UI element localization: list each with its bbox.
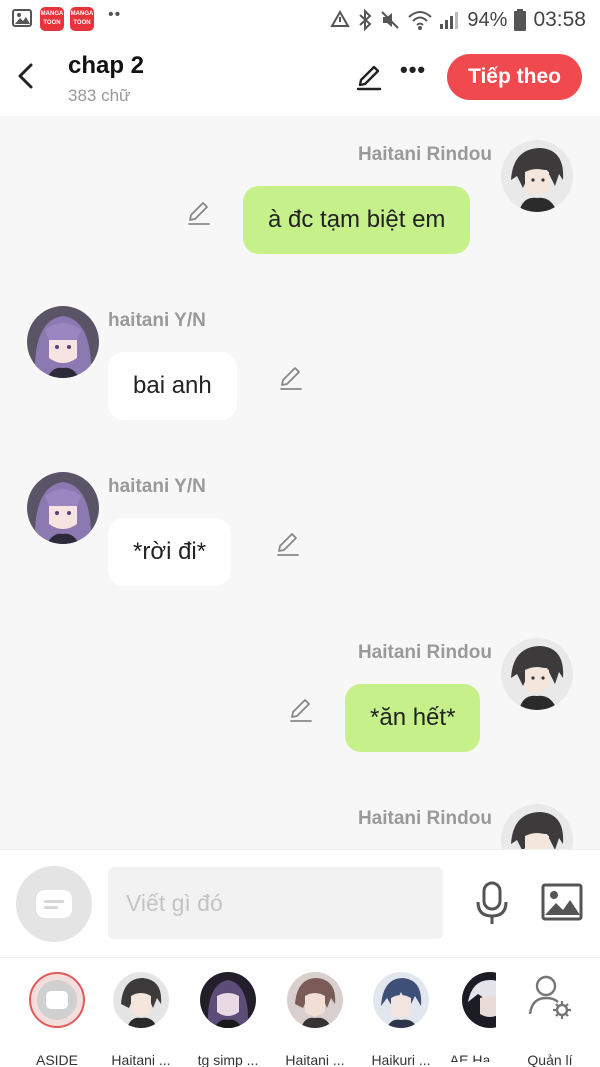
clock: 03:58 [533, 8, 586, 31]
message-bubble[interactable]: bai anh [108, 352, 237, 420]
status-bar: MANGA TOON MANGA TOON •• 94% 03:58 [0, 0, 600, 42]
avatar[interactable] [27, 306, 99, 378]
user-settings-icon [528, 975, 571, 1019]
tg-simp-avatar-icon [200, 972, 256, 1028]
edit-message-icon[interactable] [277, 364, 305, 392]
character-label: ASIDE [35, 1052, 78, 1067]
next-chapter-button[interactable]: Tiếp theo [447, 54, 582, 100]
haikuri-avatar-icon [373, 972, 429, 1028]
more-notifications-icon: •• [108, 6, 122, 23]
avatar[interactable] [501, 804, 573, 849]
aside-avatar [29, 972, 85, 1028]
battery-percent: 94% [467, 8, 508, 31]
chat-messages[interactable]: Haitani Rindou à đc tạm biệt em haitani … [0, 116, 600, 849]
signal-icon [440, 12, 459, 29]
manage-characters-button[interactable]: Quản lí [512, 972, 588, 1067]
sender-name: haitani Y/N [108, 476, 206, 497]
avatar[interactable] [501, 638, 573, 710]
chat-bubble-icon [46, 991, 68, 1009]
system-status: 94% 03:58 [329, 6, 586, 34]
ae-avatar-icon [462, 972, 496, 1028]
character-label: Haitani ... [111, 1052, 171, 1067]
composer-bar [0, 849, 600, 957]
app-screen: MANGA TOON MANGA TOON •• 94% 03:58 chap … [0, 0, 600, 1067]
back-button[interactable] [14, 60, 40, 92]
character-label: AE Ha [449, 1052, 491, 1062]
character-label: tg simp ... [197, 1052, 259, 1067]
battery-icon [514, 9, 527, 31]
message-bubble[interactable]: *rời đi* [108, 518, 232, 586]
avatar[interactable] [501, 140, 573, 212]
edit-message-icon[interactable] [185, 199, 213, 227]
rindou-avatar-icon [113, 972, 169, 1028]
character-item[interactable]: Haitani ... [272, 972, 358, 1067]
character-item[interactable]: AE Ha [444, 972, 496, 1062]
microphone-icon[interactable] [472, 880, 512, 926]
word-count: 383 chữ [68, 86, 131, 105]
character-item[interactable]: Haitani ... [98, 972, 184, 1067]
character-avatar [462, 972, 496, 1028]
avatar[interactable] [27, 472, 99, 544]
message-bubble[interactable]: à đc tạm biệt em [243, 186, 471, 254]
character-label: Haitani ... [285, 1052, 345, 1067]
more-options-button[interactable]: ••• [400, 59, 426, 84]
wifi-icon [408, 11, 433, 30]
sender-name: haitani Y/N [108, 310, 206, 331]
bluetooth-icon [359, 8, 372, 32]
aside-toggle-button[interactable] [16, 866, 92, 942]
message-bubble[interactable]: *ăn hết* [345, 684, 481, 752]
yn-avatar-icon [27, 306, 99, 378]
chat-bubble-icon [36, 890, 72, 918]
rindou-avatar-icon [501, 140, 573, 212]
gallery-notification-icon [12, 9, 32, 27]
mute-icon [381, 11, 400, 29]
character-avatar [287, 972, 343, 1028]
page-title: chap 2 [68, 52, 145, 79]
header: chap 2 383 chữ ••• Tiếp theo [0, 42, 600, 116]
mangatoon-notification-icon: MANGA TOON [40, 7, 64, 31]
rindou-avatar-icon [501, 638, 573, 710]
yn-avatar-icon [27, 472, 99, 544]
image-icon[interactable] [540, 882, 584, 922]
character-item[interactable]: Haikuri ... [358, 972, 444, 1067]
character-label: Haikuri ... [371, 1052, 431, 1067]
character-bar: ASIDE Haitani ... tg simp ... Haitani ..… [0, 957, 600, 1067]
rindou-avatar-icon [501, 804, 573, 849]
character-aside[interactable]: ASIDE [14, 972, 100, 1067]
sender-name: Haitani Rindou [357, 144, 492, 165]
edit-message-icon[interactable] [274, 530, 302, 558]
character-avatar [373, 972, 429, 1028]
message-input[interactable] [108, 867, 443, 939]
edit-message-icon[interactable] [287, 696, 315, 724]
character-item[interactable]: tg simp ... [185, 972, 271, 1067]
edit-title-button[interactable] [354, 62, 384, 92]
manage-label: Quản lí [527, 1052, 573, 1067]
character-avatar [200, 972, 256, 1028]
sender-name: Haitani Rindou [357, 808, 492, 829]
sender-name: Haitani Rindou [357, 642, 492, 663]
character-avatar [113, 972, 169, 1028]
mangatoon-notification-icon: MANGA TOON [70, 7, 94, 31]
haitani-avatar-icon [287, 972, 343, 1028]
data-saver-icon [330, 9, 351, 27]
